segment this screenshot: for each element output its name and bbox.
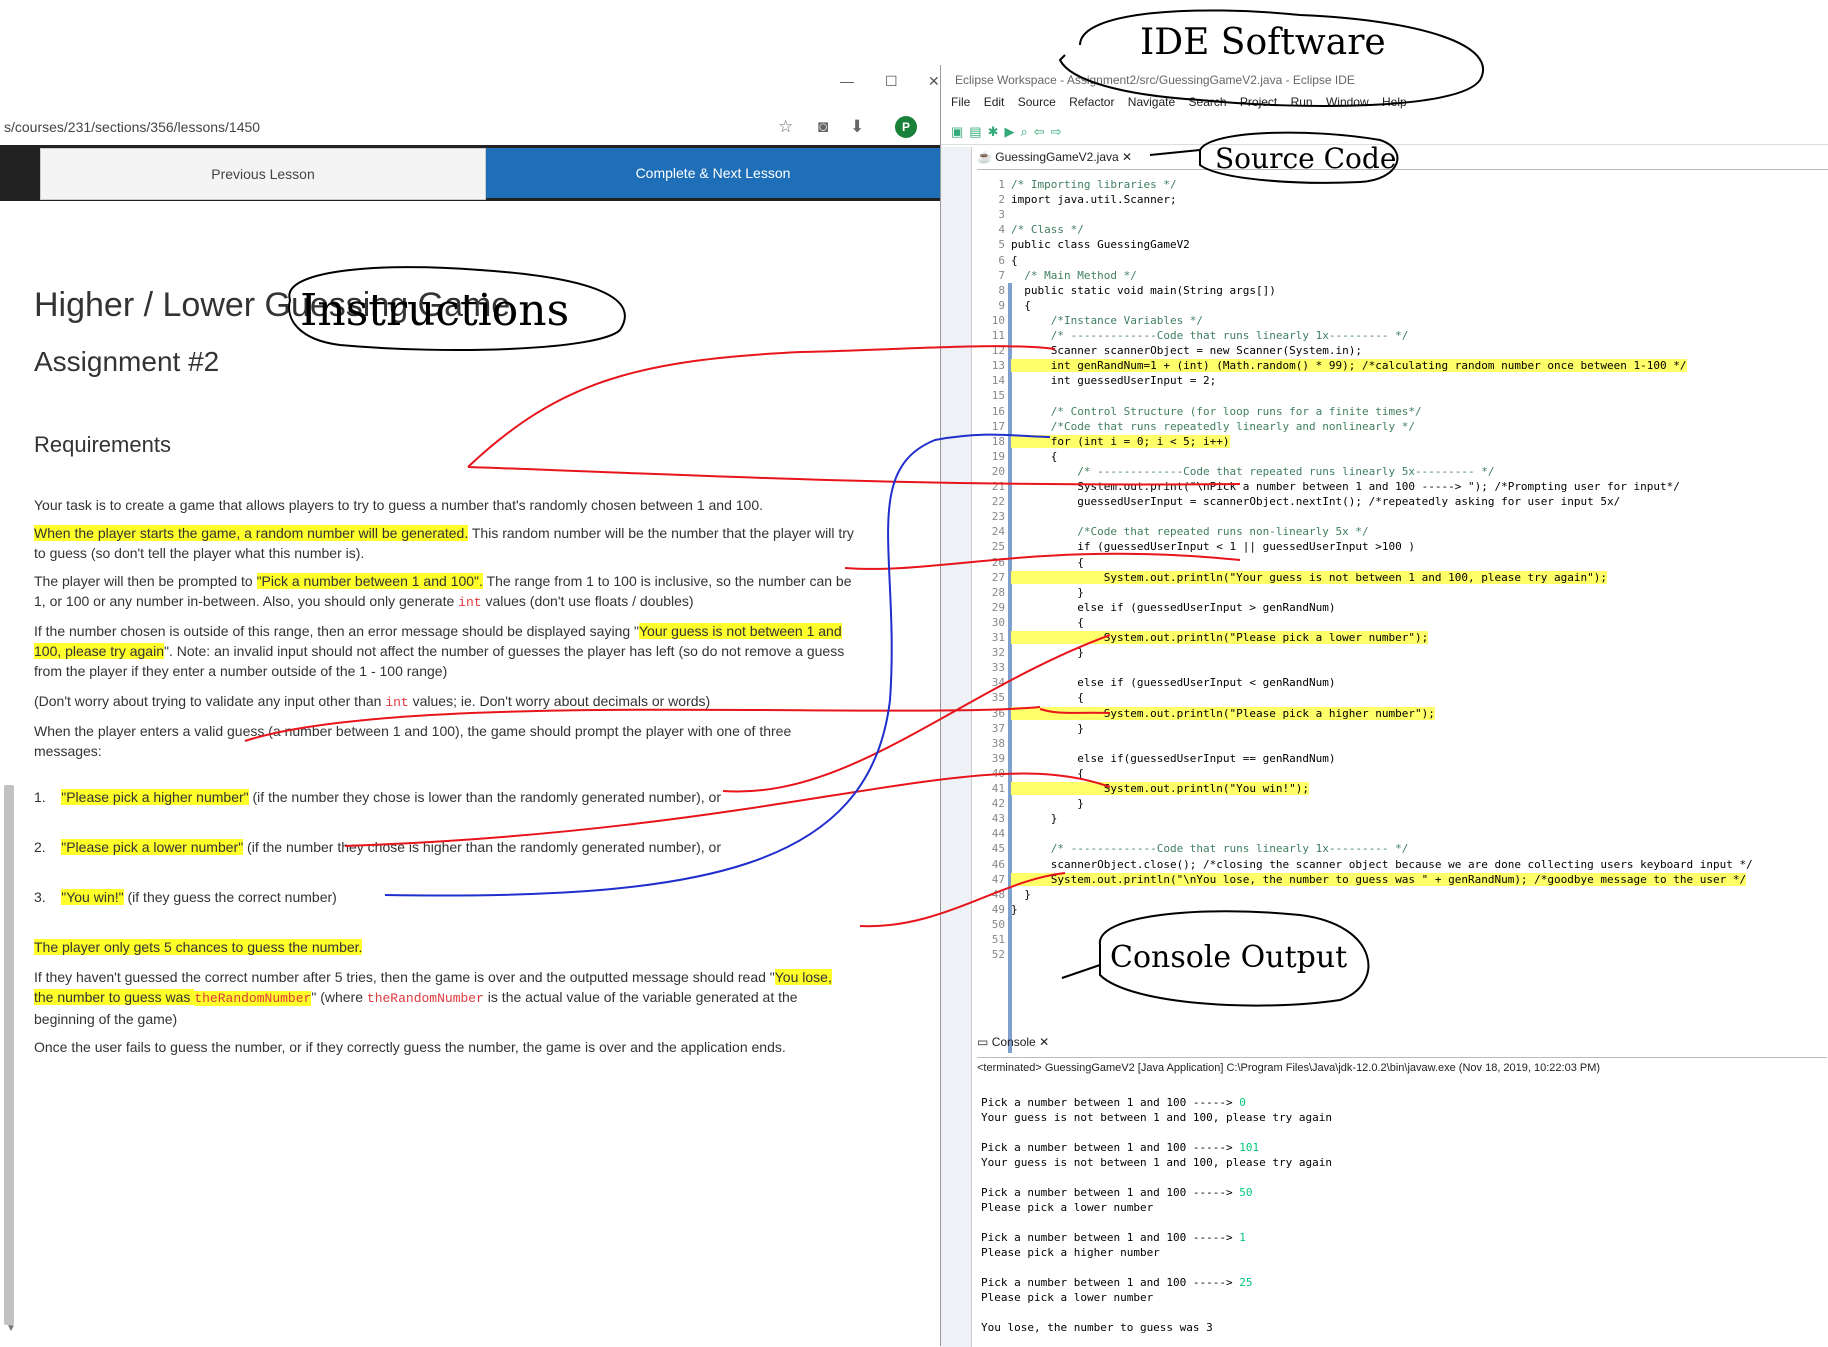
annotation-ide-software: IDE Software (1140, 22, 1386, 63)
annotation-instructions: Instructions (300, 285, 570, 336)
annotation-source-code: Source Code (1215, 142, 1397, 175)
annotation-overlay (244, 9, 1484, 1007)
annotation-console-output: Console Output (1110, 940, 1348, 975)
